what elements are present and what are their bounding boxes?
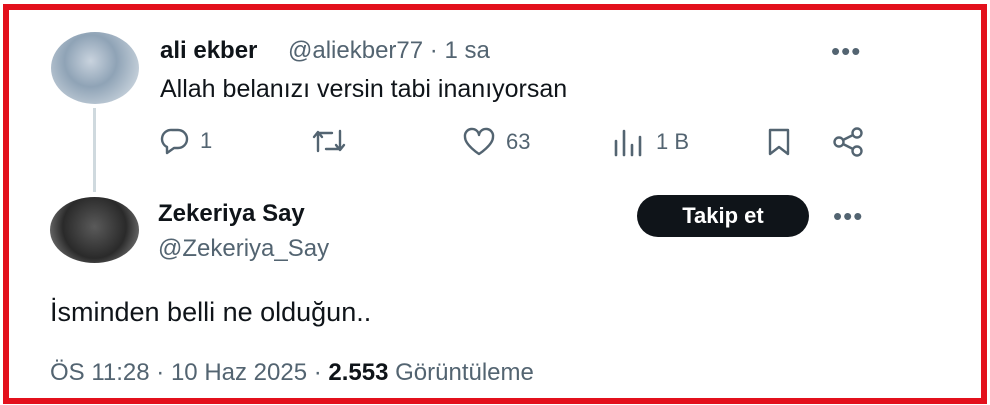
tweet-time[interactable]: 1 sa: [444, 37, 489, 64]
retweet-icon: [312, 129, 346, 153]
tweet-text: Allah belanızı versin tabi inanıyorsan: [160, 75, 568, 103]
tweet-text: İsminden belli ne olduğun..: [50, 297, 372, 327]
like-count: 63: [506, 129, 531, 154]
share-button[interactable]: [831, 127, 865, 157]
more-icon[interactable]: •••: [833, 203, 863, 229]
author-name[interactable]: Zekeriya Say: [158, 200, 305, 228]
avatar-zekeriya-say[interactable]: [50, 197, 139, 263]
views-total: 2.553: [328, 359, 389, 386]
author-handle[interactable]: @aliekber77: [288, 37, 423, 64]
like-icon: [463, 127, 495, 156]
avatar-ali-ekber[interactable]: [51, 32, 139, 104]
follow-button[interactable]: Takip et: [637, 195, 809, 237]
author-name[interactable]: ali ekber: [160, 37, 257, 65]
views-icon: [614, 129, 642, 157]
tweet-time[interactable]: ÖS 11:28: [50, 359, 150, 386]
tweet-date[interactable]: 10 Haz 2025: [171, 359, 307, 386]
retweet-button[interactable]: [310, 127, 348, 155]
author-meta: @aliekber77 · 1 sa: [288, 37, 490, 64]
views-label: Görüntüleme: [395, 359, 534, 386]
bookmark-button[interactable]: [765, 127, 793, 157]
reply-count: 1: [200, 128, 213, 153]
reply-icon: [160, 128, 189, 155]
author-handle[interactable]: @Zekeriya_Say: [158, 235, 329, 263]
bookmark-icon: [768, 128, 790, 156]
views-count: 1 B: [656, 129, 690, 154]
like-button[interactable]: 63: [462, 127, 530, 157]
tweet-footer: ÖS 11:28 · 10 Haz 2025 · 2.553 Görüntüle…: [50, 359, 534, 386]
reply-button[interactable]: 1: [160, 127, 212, 155]
thread-line: [93, 108, 96, 192]
share-icon: [833, 127, 863, 157]
more-icon[interactable]: •••: [831, 38, 861, 64]
views-button[interactable]: 1 B: [612, 127, 689, 157]
